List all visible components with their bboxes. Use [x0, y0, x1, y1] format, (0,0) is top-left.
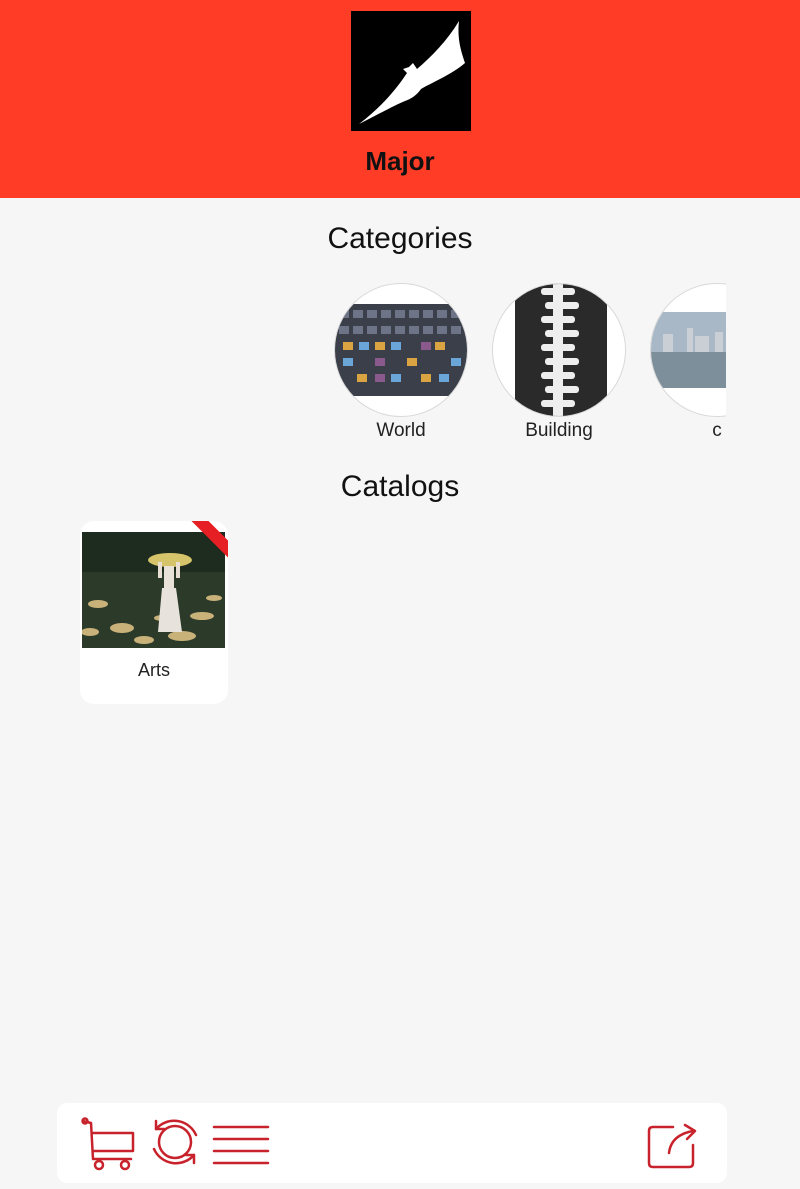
ribbon-badge	[184, 521, 228, 567]
catalog-label: Arts	[137, 660, 170, 680]
category-label: World	[376, 420, 426, 441]
category-label: Building	[525, 420, 593, 441]
app-name: Major	[365, 146, 435, 176]
bottom-toolbar	[57, 1103, 727, 1183]
category-label: c	[712, 420, 722, 441]
refresh-icon[interactable]	[146, 1113, 204, 1171]
city-buildings-image	[334, 283, 468, 417]
menu-icon[interactable]	[212, 1113, 270, 1171]
catalog-card-arts[interactable]: Arts	[80, 521, 228, 704]
categories-title: Categories	[327, 222, 473, 255]
category-item-world[interactable]: World	[334, 283, 468, 442]
share-icon[interactable]	[643, 1113, 701, 1171]
city-skyline-image	[650, 283, 726, 417]
app-header: Major	[0, 0, 800, 198]
categories-carousel[interactable]: World Building c	[326, 280, 726, 450]
catalogs-title: Catalogs	[340, 470, 460, 503]
cart-icon[interactable]	[79, 1113, 137, 1171]
category-item-building[interactable]: Building	[492, 283, 626, 442]
bat-logo-icon	[351, 11, 471, 131]
category-item-c[interactable]: c	[650, 283, 726, 442]
zipper-building-image	[492, 283, 626, 417]
